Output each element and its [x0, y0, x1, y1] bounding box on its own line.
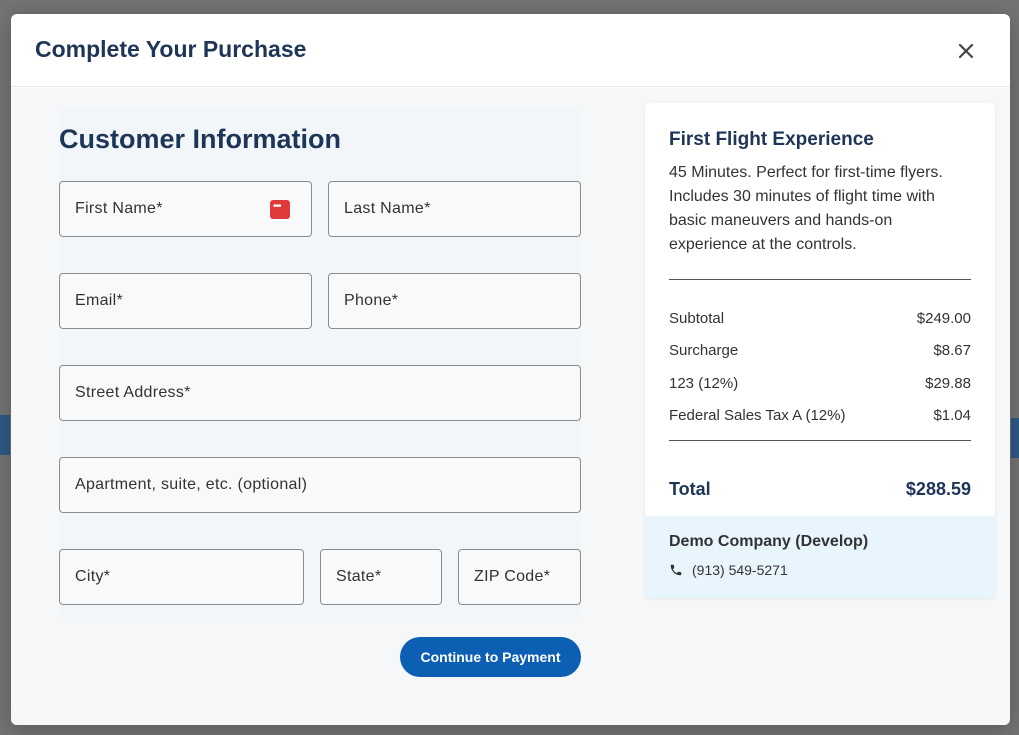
- company-name: Demo Company (Develop): [669, 533, 869, 550]
- close-button[interactable]: [951, 38, 981, 64]
- state-placeholder: State*: [336, 568, 382, 585]
- line-value: $1.04: [933, 407, 971, 424]
- backdrop-element: [0, 415, 10, 455]
- product-title: First Flight Experience: [669, 129, 874, 150]
- street-address-placeholder: Street Address*: [75, 384, 191, 401]
- customer-form: Customer Information First Name* Last Na…: [59, 108, 581, 618]
- first-name-input[interactable]: First Name*: [59, 181, 312, 237]
- summary-line-subtotal: Subtotal $249.00: [669, 310, 971, 327]
- line-value: $29.88: [925, 375, 971, 392]
- phone-icon: [670, 564, 682, 576]
- apartment-input[interactable]: Apartment, suite, etc. (optional): [59, 457, 581, 513]
- summary-line-surcharge: Surcharge $8.67: [669, 342, 971, 359]
- section-title: Customer Information: [59, 124, 342, 154]
- city-placeholder: City*: [75, 568, 111, 585]
- street-address-input[interactable]: Street Address*: [59, 365, 581, 421]
- summary-line-federal-tax: Federal Sales Tax A (12%) $1.04: [669, 407, 971, 424]
- divider: [669, 279, 971, 280]
- modal-body: Customer Information First Name* Last Na…: [11, 88, 1010, 725]
- line-label: 123 (12%): [669, 375, 739, 392]
- line-value: $249.00: [916, 310, 971, 327]
- email-placeholder: Email*: [75, 292, 124, 309]
- line-value: $8.67: [933, 342, 971, 359]
- zip-code-input[interactable]: ZIP Code*: [458, 549, 581, 605]
- email-input[interactable]: Email*: [59, 273, 312, 329]
- line-label: Federal Sales Tax A (12%): [669, 407, 846, 424]
- summary-total: Total $288.59: [669, 479, 971, 500]
- last-name-placeholder: Last Name*: [344, 200, 431, 217]
- company-info: Demo Company (Develop) (913) 549-5271: [645, 516, 995, 598]
- purchase-modal: Complete Your Purchase Customer Informat…: [11, 14, 1010, 725]
- line-label: Subtotal: [669, 310, 725, 327]
- continue-to-payment-button[interactable]: Continue to Payment: [400, 637, 581, 677]
- state-input[interactable]: State*: [320, 549, 442, 605]
- password-manager-icon[interactable]: [270, 200, 290, 219]
- divider: [669, 440, 971, 441]
- line-label: Surcharge: [669, 342, 739, 359]
- company-phone[interactable]: (913) 549-5271: [669, 562, 788, 578]
- modal-header: Complete Your Purchase: [11, 14, 1010, 87]
- apartment-placeholder: Apartment, suite, etc. (optional): [75, 476, 308, 493]
- phone-input[interactable]: Phone*: [328, 273, 581, 329]
- total-label: Total: [669, 479, 711, 499]
- product-description: 45 Minutes. Perfect for first-time flyer…: [669, 164, 943, 253]
- phone-number: (913) 549-5271: [692, 562, 788, 578]
- city-input[interactable]: City*: [59, 549, 304, 605]
- modal-title: Complete Your Purchase: [35, 36, 307, 62]
- close-icon: [958, 43, 974, 59]
- zip-code-placeholder: ZIP Code*: [474, 568, 551, 585]
- phone-placeholder: Phone*: [344, 292, 399, 309]
- first-name-placeholder: First Name*: [75, 200, 163, 217]
- total-value: $288.59: [905, 479, 971, 499]
- summary-line-tax-123: 123 (12%) $29.88: [669, 375, 971, 392]
- order-summary: First Flight Experience 45 Minutes. Perf…: [645, 103, 995, 598]
- last-name-input[interactable]: Last Name*: [328, 181, 581, 237]
- backdrop-element: [1011, 418, 1019, 458]
